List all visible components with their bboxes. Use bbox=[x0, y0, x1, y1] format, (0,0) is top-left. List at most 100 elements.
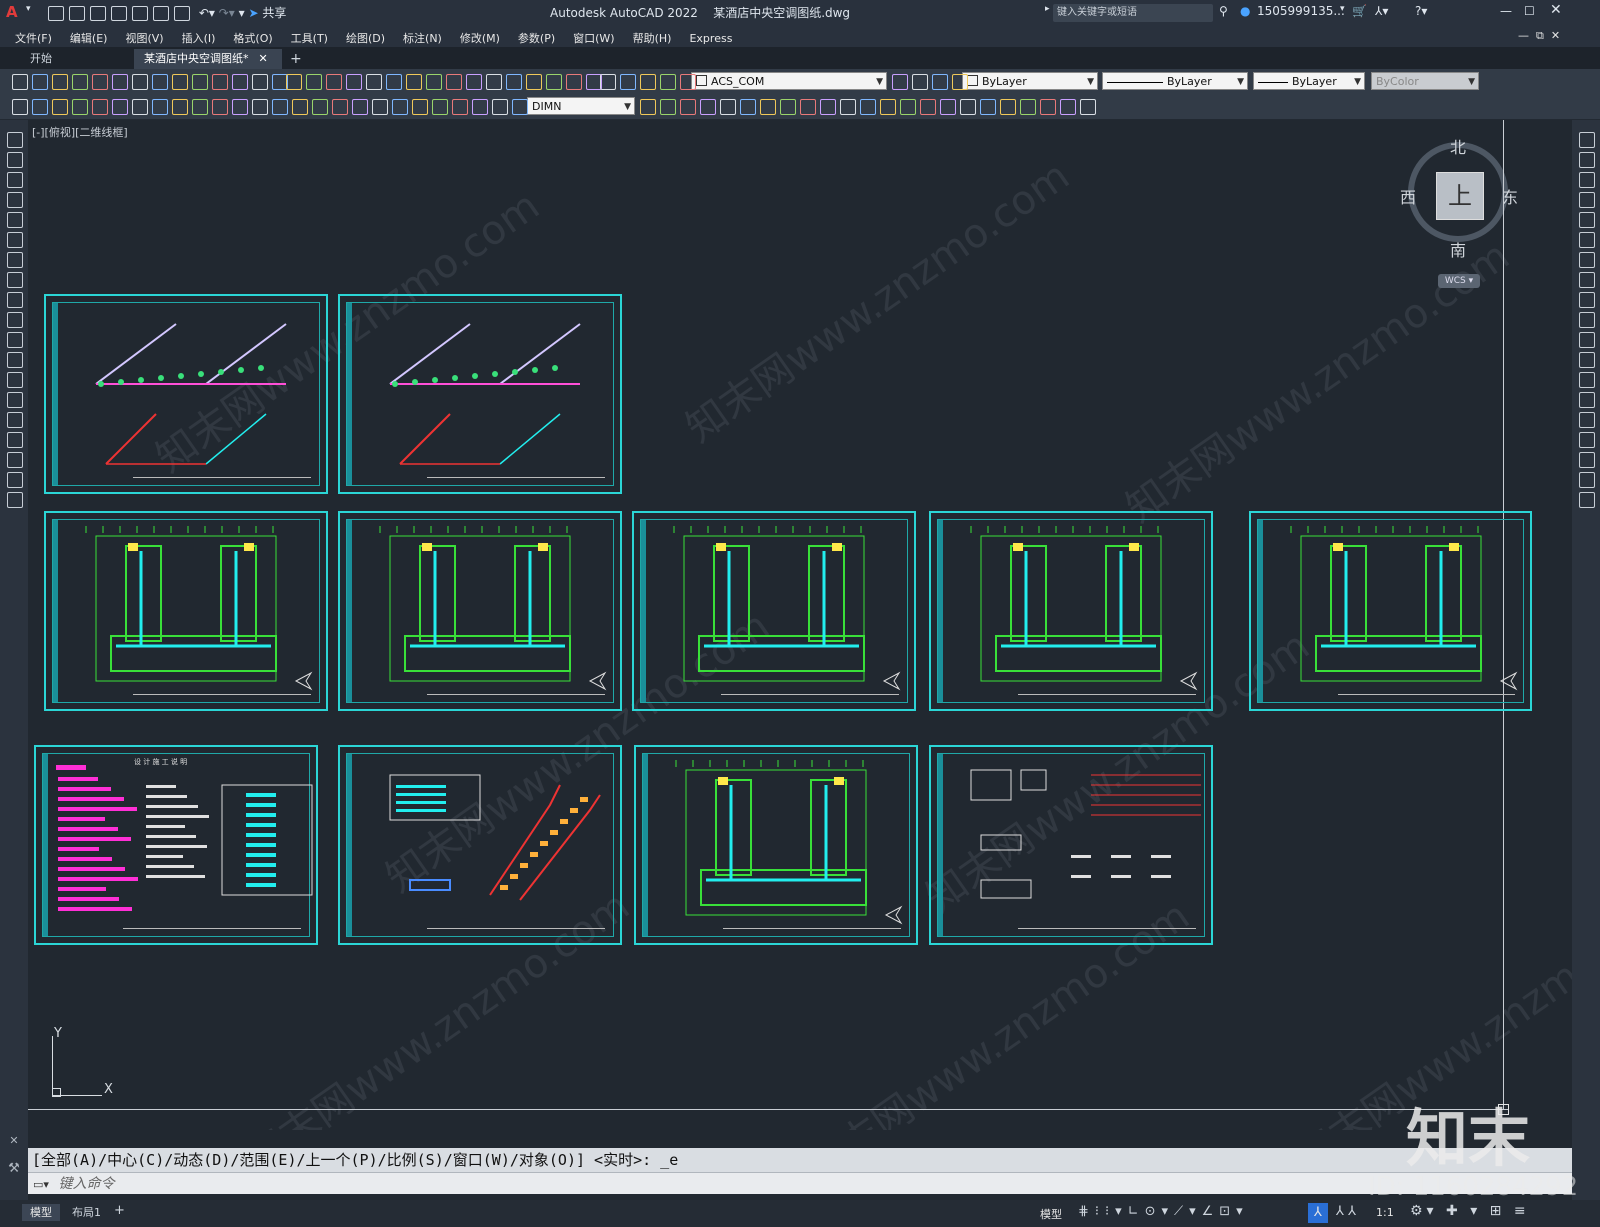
toolbar-tool-icon[interactable] bbox=[526, 74, 542, 90]
toolbar-tool-icon[interactable] bbox=[232, 99, 248, 115]
toolbar-tool-icon[interactable] bbox=[912, 74, 928, 90]
toolbar-tool-icon[interactable] bbox=[1060, 99, 1076, 115]
maximize-icon[interactable]: ☐ bbox=[1524, 4, 1535, 18]
toolbar-tool-icon[interactable] bbox=[352, 99, 368, 115]
drawing-canvas[interactable]: [-][俯视][二维线框] 知末网www.znzmo.com 知末网www.zn… bbox=[28, 120, 1572, 1130]
menu-file[interactable]: 文件(F) bbox=[6, 27, 61, 46]
toolbar-tool-icon[interactable] bbox=[940, 99, 956, 115]
toolbar-tool-icon[interactable] bbox=[600, 74, 616, 90]
toolbar-tool-icon[interactable] bbox=[800, 99, 816, 115]
toolbar-tool-icon[interactable] bbox=[426, 74, 442, 90]
save-web-icon[interactable] bbox=[153, 6, 169, 21]
toolbar-tool-icon[interactable] bbox=[620, 74, 636, 90]
toolbar-tool-icon[interactable] bbox=[1080, 99, 1096, 115]
color-dropdown[interactable]: ByLayer ▼ bbox=[962, 72, 1098, 90]
toolbar-tool-icon[interactable] bbox=[840, 99, 856, 115]
side-tool-icon[interactable] bbox=[1579, 432, 1595, 448]
side-tool-icon[interactable] bbox=[7, 352, 23, 368]
toolbar-tool-icon[interactable] bbox=[292, 99, 308, 115]
viewcube-top-face[interactable]: 上 bbox=[1436, 172, 1484, 220]
toolbar-tool-icon[interactable] bbox=[640, 99, 656, 115]
side-tool-icon[interactable] bbox=[1579, 372, 1595, 388]
compass-south[interactable]: 南 bbox=[1450, 237, 1466, 261]
toolbar-tool-icon[interactable] bbox=[512, 99, 528, 115]
toolbar-tool-icon[interactable] bbox=[152, 99, 168, 115]
toolbar-tool-icon[interactable] bbox=[192, 74, 208, 90]
share-icon[interactable]: ➤ bbox=[249, 6, 259, 20]
toolbar-tool-icon[interactable] bbox=[112, 74, 128, 90]
drawing-sheet-plan[interactable] bbox=[929, 511, 1213, 711]
side-tool-icon[interactable] bbox=[7, 332, 23, 348]
toolbar-tool-icon[interactable] bbox=[492, 99, 508, 115]
toolbar-tool-icon[interactable] bbox=[932, 74, 948, 90]
workspace-icons[interactable]: ⚙▾ ✚ ▾ ⊞ ≡ bbox=[1410, 1203, 1530, 1219]
lineweight-dropdown[interactable]: ByLayer ▼ bbox=[1253, 72, 1365, 90]
toolbar-tool-icon[interactable] bbox=[892, 74, 908, 90]
command-prompt-icon[interactable]: ▭▾ bbox=[28, 1174, 54, 1196]
menu-window[interactable]: 窗口(W) bbox=[564, 27, 623, 46]
command-line-handle[interactable]: ✕ ⚒ bbox=[0, 1130, 28, 1200]
toolbar-tool-icon[interactable] bbox=[1020, 99, 1036, 115]
annotation-scale-icon[interactable]: ⅄ ⅄ bbox=[1336, 1204, 1356, 1219]
side-tool-icon[interactable] bbox=[7, 312, 23, 328]
side-tool-icon[interactable] bbox=[7, 192, 23, 208]
drawing-sheet-plan[interactable] bbox=[632, 511, 916, 711]
side-tool-icon[interactable] bbox=[1579, 472, 1595, 488]
toolbar-tool-icon[interactable] bbox=[546, 74, 562, 90]
toolbar-tool-icon[interactable] bbox=[346, 74, 362, 90]
toolbar-tool-icon[interactable] bbox=[252, 74, 268, 90]
toolbar-tool-icon[interactable] bbox=[980, 99, 996, 115]
toolbar-tool-icon[interactable] bbox=[52, 74, 68, 90]
toolbar-tool-icon[interactable] bbox=[820, 99, 836, 115]
side-tool-icon[interactable] bbox=[1579, 392, 1595, 408]
toolbar-tool-icon[interactable] bbox=[212, 99, 228, 115]
toolbar-tool-icon[interactable] bbox=[286, 74, 302, 90]
toolbar-tool-icon[interactable] bbox=[640, 74, 656, 90]
toolbar-tool-icon[interactable] bbox=[326, 74, 342, 90]
customize-wrench-icon[interactable]: ⚒ bbox=[0, 1161, 28, 1176]
side-tool-icon[interactable] bbox=[7, 452, 23, 468]
side-tool-icon[interactable] bbox=[7, 252, 23, 268]
toolbar-tool-icon[interactable] bbox=[452, 99, 468, 115]
toolbar-tool-icon[interactable] bbox=[660, 74, 676, 90]
toolbar-tool-icon[interactable] bbox=[740, 99, 756, 115]
menu-format[interactable]: 格式(O) bbox=[224, 27, 281, 46]
help-icon[interactable]: ?▾ bbox=[1415, 4, 1427, 18]
save-icon[interactable] bbox=[90, 6, 106, 21]
tab-drawing[interactable]: 某酒店中央空调图纸* ✕ bbox=[134, 49, 282, 69]
compass-north[interactable]: 北 bbox=[1450, 134, 1466, 158]
toolbar-tool-icon[interactable] bbox=[52, 99, 68, 115]
compass-west[interactable]: 西 bbox=[1400, 184, 1416, 208]
open-web-icon[interactable] bbox=[132, 6, 148, 21]
toolbar-tool-icon[interactable] bbox=[446, 74, 462, 90]
toolbar-tool-icon[interactable] bbox=[412, 99, 428, 115]
toolbar-tool-icon[interactable] bbox=[132, 74, 148, 90]
user-icon[interactable]: ● bbox=[1240, 4, 1250, 18]
side-tool-icon[interactable] bbox=[1579, 452, 1595, 468]
toolbar-tool-icon[interactable] bbox=[680, 74, 696, 90]
doc-window-controls[interactable]: — ⧉ ✕ bbox=[1518, 29, 1560, 43]
share-label[interactable]: 共享 bbox=[262, 6, 286, 20]
toolbar-tool-icon[interactable] bbox=[880, 99, 896, 115]
side-tool-icon[interactable] bbox=[7, 272, 23, 288]
toolbar-tool-icon[interactable] bbox=[566, 74, 582, 90]
side-tool-icon[interactable] bbox=[1579, 252, 1595, 268]
toolbar-tool-icon[interactable] bbox=[760, 99, 776, 115]
toolbar-tool-icon[interactable] bbox=[680, 99, 696, 115]
side-tool-icon[interactable] bbox=[1579, 492, 1595, 508]
toolbar-tool-icon[interactable] bbox=[920, 99, 936, 115]
status-toggle-icons[interactable]: ⋕⁝⁝▾∟⊙▾⟋▾∠⊡▾ bbox=[1078, 1204, 1249, 1219]
search-icon[interactable]: ⚲ bbox=[1219, 4, 1228, 18]
annotation-visibility-icon[interactable]: ⅄ bbox=[1308, 1203, 1328, 1223]
toolbar-tool-icon[interactable] bbox=[252, 99, 268, 115]
toolbar-tool-icon[interactable] bbox=[212, 74, 228, 90]
side-tool-icon[interactable] bbox=[1579, 332, 1595, 348]
toolbar-tool-icon[interactable] bbox=[372, 99, 388, 115]
toolbar-tool-icon[interactable] bbox=[272, 99, 288, 115]
toolbar-tool-icon[interactable] bbox=[172, 74, 188, 90]
toolbar-tool-icon[interactable] bbox=[900, 99, 916, 115]
model-space-toggle[interactable]: 模型 bbox=[1040, 1206, 1062, 1222]
toolbar-tool-icon[interactable] bbox=[72, 74, 88, 90]
drawing-sheet-plan[interactable] bbox=[1249, 511, 1532, 711]
search-input[interactable]: 键入关键字或短语 bbox=[1053, 4, 1213, 22]
